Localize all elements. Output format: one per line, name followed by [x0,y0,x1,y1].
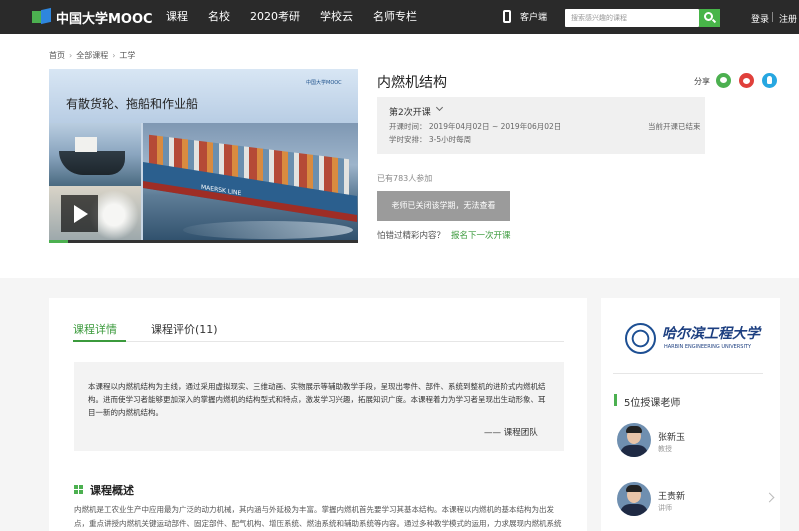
nav-item-school-cloud[interactable]: 学校云 [320,0,353,34]
tab-divider [73,341,564,342]
container-ship-image: MAERSK LINE [143,123,358,243]
course-intro-box: 本课程以内燃机结构为主线，通过采用虚拟现实、三维动画、实物展示等辅助教学手段，呈… [74,362,564,451]
university-name-cn: 哈尔滨工程大学 [662,326,760,342]
nav-item-courses[interactable]: 课程 [166,0,188,34]
video-progress-fill [49,240,68,243]
phone-icon [503,10,511,23]
login-link[interactable]: 登录 [751,12,769,25]
teacher-role: 讲师 [658,504,672,512]
next-term-prompt: 怕错过精彩内容？ 报名下一次开课 [377,229,511,241]
term-selector[interactable]: 第2次开课 [389,105,431,118]
term-schedule: 学时安排： 3-5小时每周 [389,135,472,144]
teacher-role: 教授 [658,445,672,453]
teacher-item[interactable]: 张新玉 教授 [617,423,767,457]
nav-item-schools[interactable]: 名校 [208,0,230,34]
nav-item-teacher-column[interactable]: 名师专栏 [373,0,417,34]
teacher-item[interactable]: 王贵新 讲师 [617,482,767,516]
register-link[interactable]: 注册 [779,12,797,25]
teachers-title: 5位授课老师 [624,398,681,409]
course-title: 内燃机结构 [377,75,447,91]
tab-course-review[interactable]: 课程评价(11) [151,321,218,337]
breadcrumb: 首页 › 全部课程 › 工学 [49,50,135,61]
university-name-en: HARBIN ENGINEERING UNIVERSITY [664,344,752,350]
sidebar-divider [613,373,763,374]
nav-separator [772,12,773,22]
university-logo[interactable]: 哈尔滨工程大学 HARBIN ENGINEERING UNIVERSITY [625,323,760,355]
top-nav: 中国大学MOOC 课程 名校 2020考研 学校云 名师专栏 客户端 搜索感兴趣… [0,0,799,34]
term-closed-button[interactable]: 老师已关闭该学期，无法查看 [377,191,510,221]
search-input[interactable]: 搜索感兴趣的课程 [565,9,699,27]
client-label: 客户端 [520,13,548,23]
active-tab-indicator [73,340,126,342]
logo-mark-icon [32,7,52,25]
breadcrumb-all-courses[interactable]: 全部课程 [76,51,108,60]
missed-text: 怕错过精彩内容？ [377,231,446,241]
breadcrumb-engineering[interactable]: 工学 [119,51,135,60]
term-time: 开课时间： 2019年04月02日 ~ 2019年06月02日 [389,122,562,131]
grid-icon [74,485,83,494]
video-progress-bar[interactable] [49,240,358,243]
play-button[interactable] [61,195,98,232]
term-info-box: 第2次开课 开课时间： 2019年04月02日 ~ 2019年06月02日 学时… [377,97,705,154]
signup-next-term-link[interactable]: 报名下一次开课 [451,231,511,241]
teacher-name: 张新玉 [658,433,686,443]
tugboat-image [49,123,141,186]
search-button[interactable] [699,9,720,27]
overview-text: 内燃机是工农业生产中应用最为广泛的动力机械，其内涵与外延极为丰富。掌握内燃机首先… [74,505,562,528]
play-icon [74,205,88,223]
tab-course-detail[interactable]: 课程详情 [73,321,117,337]
site-logo[interactable]: 中国大学MOOC [32,7,153,27]
enrolled-count: 已有783人参加 [377,174,433,183]
cover-headline: 有散货轮、拖船和作业船 [66,97,199,111]
nav-menu: 课程 名校 2020考研 学校云 名师专栏 [166,0,437,34]
avatar [617,423,651,457]
overview-title: 课程概述 [90,484,134,497]
breadcrumb-separator: › [69,51,73,60]
breadcrumb-home[interactable]: 首页 [49,51,65,60]
teacher-name: 王贵新 [658,492,686,502]
logo-text: 中国大学MOOC [56,11,153,27]
wechat-share-icon[interactable] [716,73,731,88]
course-intro-signature: —— 课程团队 [484,428,538,438]
course-video-cover[interactable]: 有散货轮、拖船和作业船 中国大学MOOC MAERSK LINE [49,69,358,243]
course-intro-text: 本课程以内燃机结构为主线，通过采用虚拟现实、三维动画、实物展示等辅助教学手段，呈… [88,382,546,417]
avatar [617,482,651,516]
client-download-link[interactable]: 客户端 [503,10,547,23]
cover-brand-watermark: 中国大学MOOC [306,80,342,86]
share-label: 分享 [694,77,710,86]
section-accent-bar [614,394,617,406]
term-status: 当前开课已结束 [648,122,701,131]
qq-share-icon[interactable] [762,73,777,88]
breadcrumb-separator: › [112,51,116,60]
university-seal-icon [625,323,656,354]
chevron-down-icon[interactable] [435,103,444,112]
nav-item-kaoyan[interactable]: 2020考研 [250,0,300,34]
weibo-share-icon[interactable] [739,73,754,88]
